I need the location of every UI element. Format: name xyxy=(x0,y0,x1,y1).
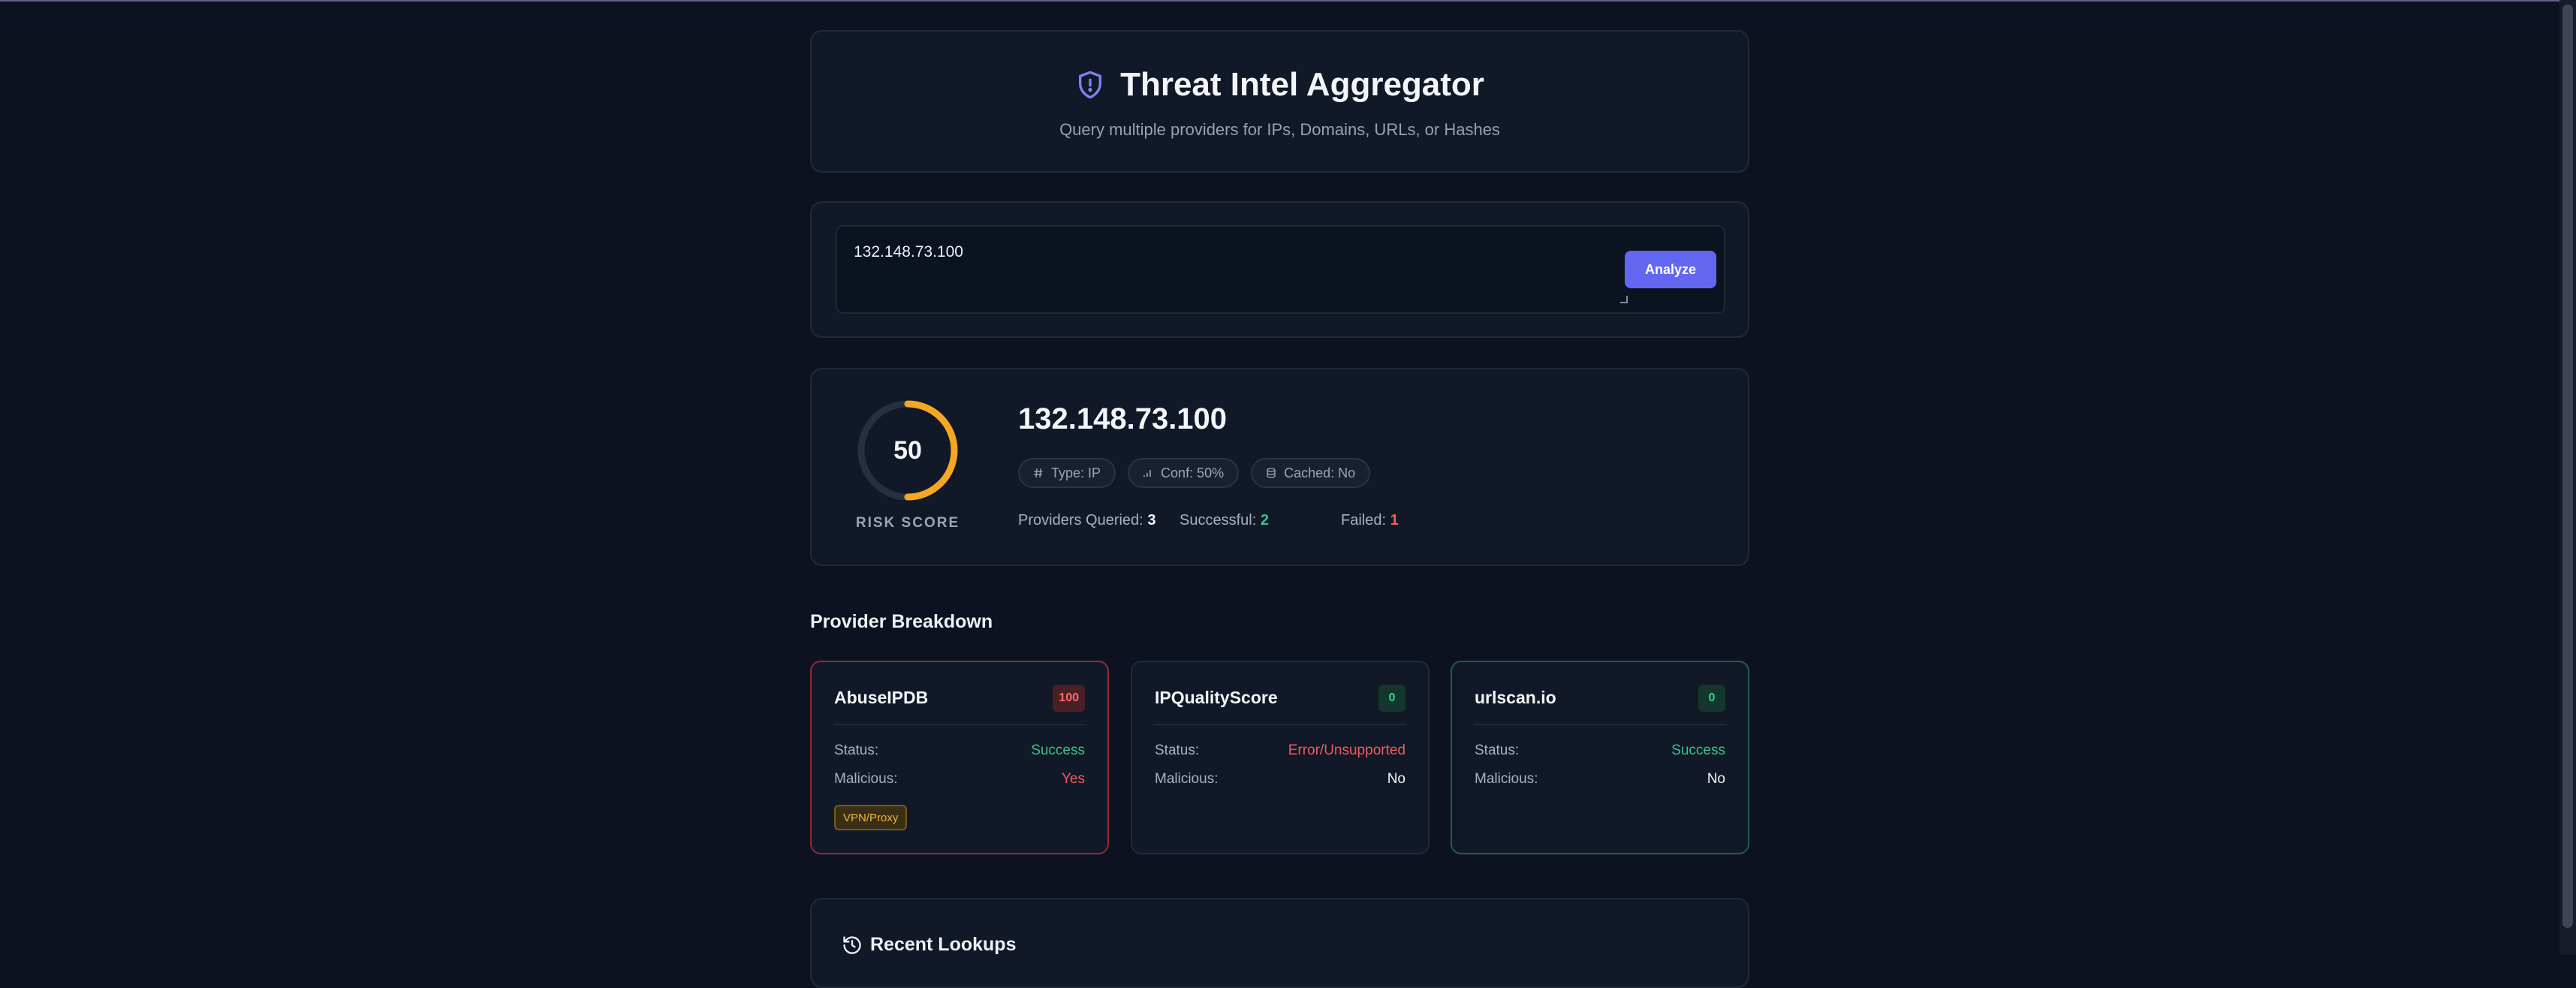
status-row: Status: Success xyxy=(1475,743,1725,759)
stat-failed-value: 1 xyxy=(1390,512,1399,529)
provider-score-badge: 100 xyxy=(1053,685,1085,712)
stat-successful-label: Successful: xyxy=(1180,512,1257,529)
status-value: Success xyxy=(1031,743,1085,758)
stat-queried-label: Providers Queried: xyxy=(1018,512,1143,529)
provider-card-ipqualityscore[interactable]: IPQualityScore 0 Status: Error/Unsupport… xyxy=(1131,661,1430,854)
stat-queried: Providers Queried: 3 xyxy=(1018,512,1155,529)
database-icon xyxy=(1267,468,1276,478)
malicious-value: No xyxy=(1707,771,1725,787)
risk-score-value: 50 xyxy=(893,435,922,465)
vpn-proxy-tag: VPN/Proxy xyxy=(834,805,908,830)
stat-successful-value: 2 xyxy=(1260,512,1269,529)
recent-lookups-panel: Recent Lookups xyxy=(810,898,1749,988)
malicious-row: Malicious: No xyxy=(1155,771,1406,788)
card-divider xyxy=(834,724,1085,725)
provider-name: urlscan.io xyxy=(1475,688,1556,707)
status-value: Error/Unsupported xyxy=(1288,743,1406,758)
type-chip-label: Type: IP xyxy=(1051,465,1101,480)
search-panel: 132.148.73.100 Analyze xyxy=(810,201,1749,338)
confidence-chip: Conf: 50% xyxy=(1128,458,1240,488)
target-indicator: 132.148.73.100 xyxy=(1018,402,1228,435)
malicious-value: No xyxy=(1387,771,1406,787)
page-scrollbar[interactable] xyxy=(2559,0,2576,955)
shield-icon xyxy=(1079,71,1102,99)
cached-chip: Cached: No xyxy=(1251,458,1371,488)
search-input-value: 132.148.73.100 xyxy=(854,243,963,261)
status-label: Status: xyxy=(1155,743,1200,758)
stat-failed-label: Failed: xyxy=(1341,512,1387,529)
recent-lookups-title: Recent Lookups xyxy=(870,934,1017,955)
provider-breakdown-title: Provider Breakdown xyxy=(810,611,993,632)
stat-queried-value: 3 xyxy=(1147,512,1156,529)
malicious-label: Malicious: xyxy=(834,771,898,787)
recent-lookups-header: Recent Lookups xyxy=(842,934,1016,956)
signal-bars-icon xyxy=(1143,470,1151,477)
provider-card-urlscan[interactable]: urlscan.io 0 Status: Success Malicious: … xyxy=(1451,661,1749,854)
malicious-label: Malicious: xyxy=(1155,771,1219,787)
title-row: Threat Intel Aggregator xyxy=(812,66,1748,104)
status-label: Status: xyxy=(1475,743,1520,758)
provider-score-badge: 0 xyxy=(1378,685,1406,712)
provider-name: IPQualityScore xyxy=(1155,688,1278,707)
page-subtitle: Query multiple providers for IPs, Domain… xyxy=(1059,120,1500,139)
provider-card-abuseipdb[interactable]: AbuseIPDB 100 Status: Success Malicious:… xyxy=(810,661,1109,854)
status-label: Status: xyxy=(834,743,879,758)
search-input[interactable]: 132.148.73.100 Analyze xyxy=(836,225,1725,314)
top-accent-line xyxy=(0,0,2576,2)
stat-successful: Successful: 2 xyxy=(1180,512,1269,529)
history-icon xyxy=(843,935,861,954)
cached-chip-label: Cached: No xyxy=(1284,465,1356,480)
page-title: Threat Intel Aggregator xyxy=(1120,66,1484,103)
malicious-value: Yes xyxy=(1062,771,1085,787)
result-chips: Type: IP Conf: 50% Cached: No xyxy=(1018,458,1371,488)
resize-handle[interactable] xyxy=(1620,296,1628,303)
confidence-chip-label: Conf: 50% xyxy=(1161,465,1225,480)
malicious-row: Malicious: No xyxy=(1475,771,1725,788)
status-row: Status: Error/Unsupported xyxy=(1155,743,1406,759)
risk-score-label: RISK SCORE xyxy=(855,515,960,531)
card-divider xyxy=(1475,724,1725,725)
scrollbar-thumb[interactable] xyxy=(2562,5,2573,928)
analyze-button[interactable]: Analyze xyxy=(1625,251,1716,288)
hash-icon xyxy=(1034,468,1043,478)
malicious-label: Malicious: xyxy=(1475,771,1538,787)
header-panel: Threat Intel Aggregator Query multiple p… xyxy=(810,30,1749,173)
stat-failed: Failed: 1 xyxy=(1341,512,1399,529)
provider-score-badge: 0 xyxy=(1698,685,1725,712)
card-divider xyxy=(1155,724,1406,725)
type-chip: Type: IP xyxy=(1018,458,1116,488)
malicious-row: Malicious: Yes xyxy=(834,771,1085,788)
result-summary-panel: 50 RISK SCORE 132.148.73.100 Type: IP Co… xyxy=(810,368,1749,566)
status-value: Success xyxy=(1671,743,1725,758)
provider-name: AbuseIPDB xyxy=(834,688,929,707)
status-row: Status: Success xyxy=(834,743,1085,759)
